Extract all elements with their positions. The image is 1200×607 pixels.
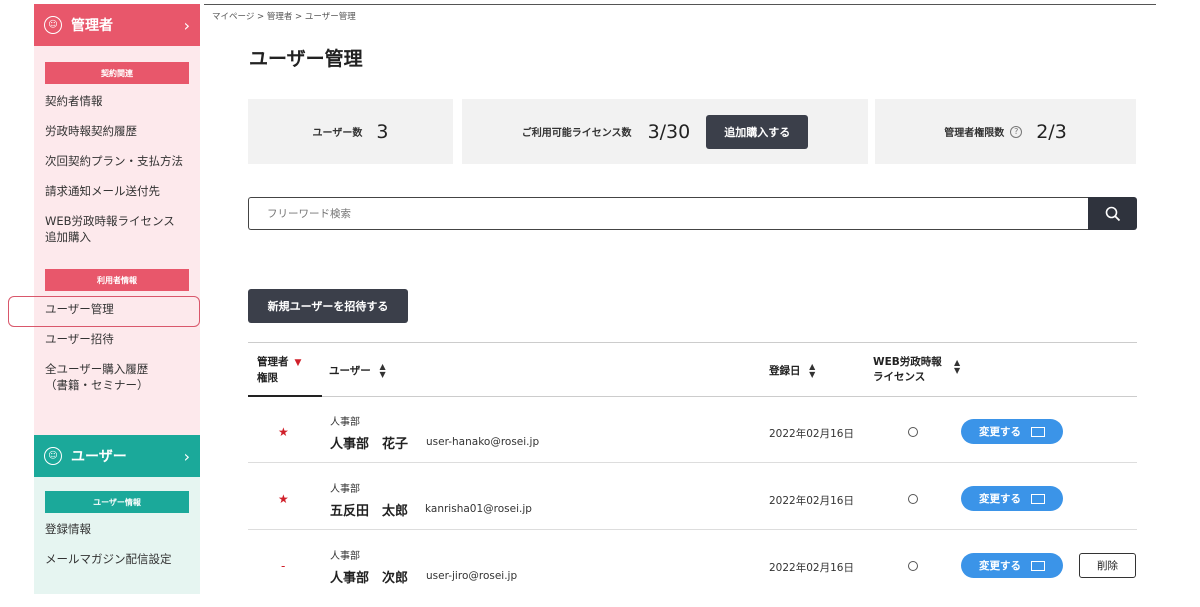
chevron-right-icon: ›: [183, 446, 190, 466]
search-bar: [248, 197, 1137, 230]
add-purchase-button[interactable]: 追加購入する: [706, 114, 809, 149]
sort-desc-icon[interactable]: ▼: [295, 358, 302, 368]
change-button[interactable]: 変更する: [961, 419, 1063, 444]
admin-count-value: 2/3: [1036, 120, 1067, 143]
change-button-label: 変更する: [979, 426, 1021, 438]
admin-section-header[interactable]: ☺ 管理者 ›: [34, 4, 200, 46]
invite-user-button[interactable]: 新規ユーザーを招待する: [248, 289, 408, 323]
web-license-line2: 追加購入: [45, 230, 91, 244]
user-section-label: ユーザー情報: [45, 491, 189, 513]
table-top-divider: [248, 342, 1137, 343]
user-count-value: 3: [376, 120, 389, 143]
person-icon: ☺: [44, 16, 62, 34]
col-header-admin-line2: 権限: [257, 372, 278, 384]
user-department: 人事部: [330, 417, 360, 428]
edit-document-icon: [1031, 560, 1045, 571]
chevron-right-icon: ›: [183, 15, 190, 35]
user-email: user-jiro@rosei.jp: [426, 570, 518, 582]
col-header-user-label: ユーザー: [329, 365, 371, 377]
admin-section-title: 管理者: [71, 18, 113, 34]
sidebar-item-contractor-info[interactable]: 契約者情報: [34, 93, 200, 109]
col-header-registered-label: 登録日: [769, 365, 801, 377]
edit-document-icon: [1031, 493, 1045, 504]
admin-count-card: 管理者権限数 ? 2/3: [875, 99, 1136, 164]
table-row: - 人事部 人事部 次郎 user-jiro@rosei.jp 2022年02月…: [248, 531, 1137, 597]
user-email: user-hanako@rosei.jp: [426, 436, 540, 448]
sidebar-item-newsletter[interactable]: メールマガジン配信設定: [34, 551, 200, 567]
user-menu: ユーザー情報 登録情報 メールマガジン配信設定: [34, 477, 200, 594]
col-header-admin-line1: 管理者: [257, 356, 289, 368]
user-section-title: ユーザー: [71, 449, 127, 465]
license-label: ご利用可能ライセンス数: [521, 128, 632, 139]
admin-star-icon: ★: [278, 425, 289, 439]
col-header-user[interactable]: ユーザー ▲ ▼: [329, 363, 386, 379]
page-title: ユーザー管理: [249, 48, 363, 70]
user-department: 人事部: [330, 484, 360, 495]
sidebar-item-web-license[interactable]: WEB労政時報ライセンス 追加購入: [34, 213, 200, 245]
user-name: 五反田 太郎: [330, 504, 409, 519]
change-button-label: 変更する: [979, 493, 1021, 505]
license-card: ご利用可能ライセンス数 3/30 追加購入する: [462, 99, 868, 164]
admin-count-label: 管理者権限数: [944, 128, 1005, 139]
user-count-card: ユーザー数 3: [248, 99, 453, 164]
admin-menu: 契約関連 契約者情報 労政時報契約履歴 次回契約プラン・支払方法 請求通知メール…: [34, 46, 200, 435]
user-info-section-label: 利用者情報: [45, 269, 189, 291]
search-input[interactable]: [248, 197, 1088, 230]
user-name: 人事部 次郎: [330, 571, 409, 586]
table-row: ★ 人事部 五反田 太郎 kanrisha01@rosei.jp 2022年02…: [248, 464, 1137, 530]
user-section-header[interactable]: ☺ ユーザー ›: [34, 435, 200, 477]
search-button[interactable]: [1088, 197, 1137, 230]
sidebar-item-next-plan[interactable]: 次回契約プラン・支払方法: [34, 153, 200, 169]
license-circle-icon: [908, 494, 918, 504]
sidebar-item-purchase-history[interactable]: 全ユーザー購入履歴 （書籍・セミナー）: [34, 361, 200, 393]
registered-date: 2022年02月16日: [769, 428, 854, 440]
sort-toggle-icon[interactable]: ▲ ▼: [809, 363, 815, 379]
admin-star-icon: ★: [278, 492, 289, 506]
license-circle-icon: [908, 427, 918, 437]
non-admin-dash: -: [281, 559, 286, 573]
sidebar-item-user-management[interactable]: ユーザー管理: [34, 301, 200, 317]
sidebar-item-contract-history[interactable]: 労政時報契約履歴: [34, 123, 200, 139]
license-value: 3/30: [647, 120, 691, 143]
edit-document-icon: [1031, 426, 1045, 437]
sidebar-item-registration-info[interactable]: 登録情報: [34, 521, 200, 537]
col-header-license[interactable]: WEB労政時報 ▲ ▼ ライセンス: [873, 355, 960, 385]
registered-date: 2022年02月16日: [769, 495, 854, 507]
change-button[interactable]: 変更する: [961, 486, 1063, 511]
user-department: 人事部: [330, 551, 360, 562]
sort-toggle-icon[interactable]: ▲ ▼: [954, 359, 960, 375]
top-divider: [204, 4, 1156, 5]
help-icon[interactable]: ?: [1010, 125, 1023, 138]
col-header-license-line1: WEB労政時報: [873, 356, 942, 368]
table-row: ★ 人事部 人事部 花子 user-hanako@rosei.jp 2022年0…: [248, 397, 1137, 463]
purchase-history-line2: （書籍・セミナー）: [45, 378, 149, 392]
delete-button[interactable]: 削除: [1079, 553, 1136, 578]
purchase-history-line1: 全ユーザー購入履歴: [45, 362, 149, 376]
sidebar-item-user-invite[interactable]: ユーザー招待: [34, 331, 200, 347]
sort-toggle-icon[interactable]: ▲ ▼: [379, 363, 385, 379]
user-email: kanrisha01@rosei.jp: [425, 503, 532, 515]
user-count-label: ユーザー数: [312, 128, 363, 139]
person-icon: ☺: [44, 447, 62, 465]
col-header-admin[interactable]: 管理者 ▼ 権限: [257, 355, 301, 386]
change-button[interactable]: 変更する: [961, 553, 1063, 578]
license-circle-icon: [908, 561, 918, 571]
sidebar-item-billing-email[interactable]: 請求通知メール送付先: [34, 183, 200, 199]
change-button-label: 変更する: [979, 560, 1021, 572]
contract-section-label: 契約関連: [45, 62, 189, 84]
registered-date: 2022年02月16日: [769, 562, 854, 574]
col-header-license-line2: ライセンス: [873, 371, 926, 383]
breadcrumb[interactable]: マイページ > 管理者 > ユーザー管理: [212, 10, 356, 22]
search-icon: [1105, 206, 1120, 221]
web-license-line1: WEB労政時報ライセンス: [45, 214, 175, 228]
sidebar: ☺ 管理者 › 契約関連 契約者情報 労政時報契約履歴 次回契約プラン・支払方法…: [34, 4, 200, 594]
col-header-registered[interactable]: 登録日 ▲ ▼: [769, 363, 815, 379]
user-name: 人事部 花子: [330, 437, 409, 452]
